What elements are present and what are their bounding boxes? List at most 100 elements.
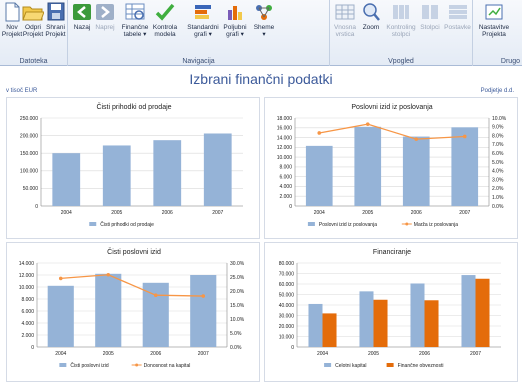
standard-charts-button[interactable]: Standardni grafi ▾ [187,2,219,54]
schemes-button[interactable]: Sheme ▾ [252,2,276,54]
new-project-label: Nov Projekt [1,24,23,38]
legend-label: Poslovni izid iz poslovanja [319,222,377,228]
y-tick-label: 0 [291,345,294,351]
controlling-columns-button[interactable]: Kontroling stolpci [386,2,416,54]
bar [475,278,490,347]
legend-swatch [59,363,67,367]
back-arrow-icon [73,4,91,20]
y2-tick-label: 4.0% [492,169,504,175]
y-tick-label: 14.000 [19,261,35,267]
open-folder-icon [22,6,44,21]
forward-button[interactable]: Naprej [94,2,116,54]
legend-swatch [89,222,97,226]
y-tick-label: 4.000 [279,184,292,190]
y-tick-label: 200.000 [20,133,38,139]
bar [305,145,333,206]
y2-tick-label: 9.0% [492,125,504,131]
custom-charts-label: Poljubni grafi ▾ [223,24,247,38]
y2-tick-label: 3.0% [492,177,504,183]
x-tick-label: 2006 [419,351,430,357]
group-label-navigacija: Navigacija [182,58,215,65]
bar [451,127,479,206]
forward-arrow-icon [96,4,114,20]
line-point [317,131,322,135]
group-label-datoteka: Datoteka [19,58,48,65]
line-point [58,276,63,281]
back-label: Nazaj [73,24,91,31]
line-point [365,122,370,126]
columns-button[interactable]: Stolpci [418,2,442,54]
x-tick-label: 2004 [55,351,66,357]
project-settings-button[interactable]: Nastavitve Projekta [477,2,511,54]
chart-panel-net-result: Čisti poslovni izid 0 2.000 4.000 6.000 8.000… [6,242,260,382]
items-icon [448,5,467,19]
columns-icon [422,5,438,19]
group-vpogled: Vnosna vrstica Zoom Kontroling stolpci S… [330,0,473,66]
forward-label: Naprej [95,24,115,31]
bar [359,291,374,347]
x-tick-label: 2007 [459,210,470,216]
y-tick-label: 250.000 [20,116,38,122]
y-tick-label: 12.000 [19,273,35,279]
custom-charts-button[interactable]: Poljubni grafi ▾ [220,2,250,54]
bar [203,133,232,206]
line-point [201,294,206,298]
line-point [462,134,467,139]
unit-label: v tisoč EUR [6,88,38,94]
chart-title: Poslovni izid iz poslovanja [351,104,432,111]
y-tick-label: 60.000 [279,282,295,288]
custom-charts-icon [228,6,242,20]
legend-label: Finančne obveznosti [398,363,444,369]
net-result-chart: Čisti poslovni izid 0 2.000 4.000 6.000 8.000… [19,247,245,369]
series-line [60,274,204,297]
ribbon-toolbar: Nov Projekt Odpri Projekt Shrani Projekt… [0,0,522,66]
y2-tick-label: 30.0% [230,261,245,267]
x-tick-label: 2007 [470,351,481,357]
project-settings-icon [485,4,503,20]
financial-tables-icon [125,3,145,20]
zoom-button[interactable]: Zoom [360,2,382,54]
y2-tick-label: 15.0% [230,303,245,309]
financial-tables-button[interactable]: Finančne tabele ▾ [120,2,150,54]
group-drugo: Nastavitve Projekta Drugo [473,0,522,66]
x-tick-label: 2006 [411,210,422,216]
x-tick-label: 2005 [368,351,379,357]
y-tick-label: 8.000 [21,297,34,303]
bar [424,300,439,347]
y-tick-label: 12.000 [277,145,293,151]
back-button[interactable]: Nazaj [72,2,92,54]
x-tick-label: 2006 [162,210,173,216]
bar [354,126,382,206]
y-tick-label: 50.000 [23,186,39,192]
y2-tick-label: 0.0% [230,345,242,351]
standard-charts-label: Standardni grafi ▾ [187,24,219,38]
items-button[interactable]: Postavke [444,2,471,54]
group-label-vpogled: Vpogled [388,58,414,65]
legend-swatch [324,363,332,367]
legend-marker [405,222,409,226]
y-tick-label: 70.000 [279,271,295,277]
x-tick-label: 2006 [150,351,161,357]
x-tick-label: 2004 [317,351,328,357]
zoom-icon [363,3,380,21]
open-project-button[interactable]: Odpri Projekt [22,2,44,54]
y-tick-label: 8.000 [279,165,292,171]
y2-tick-label: 0.0% [492,204,504,210]
y2-tick-label: 2.0% [492,186,504,192]
open-project-label: Odpri Projekt [22,24,44,38]
bar [402,136,430,206]
x-tick-label: 2005 [111,210,122,216]
model-control-button[interactable]: Kontrola modela [152,2,178,54]
series-line [319,123,465,140]
y-tick-label: 16.000 [277,126,293,132]
x-tick-label: 2007 [212,210,223,216]
y-tick-label: 6.000 [21,309,34,315]
x-tick-label: 2007 [198,351,209,357]
save-icon [47,2,64,21]
y-tick-label: 6.000 [279,174,292,180]
y2-tick-label: 5.0% [230,331,242,337]
legend-marker [135,363,139,367]
save-project-button[interactable]: Shrani Projekt [45,2,66,54]
input-row-button[interactable]: Vnosna vrstica [332,2,358,54]
new-project-button[interactable]: Nov Projekt [2,2,22,54]
